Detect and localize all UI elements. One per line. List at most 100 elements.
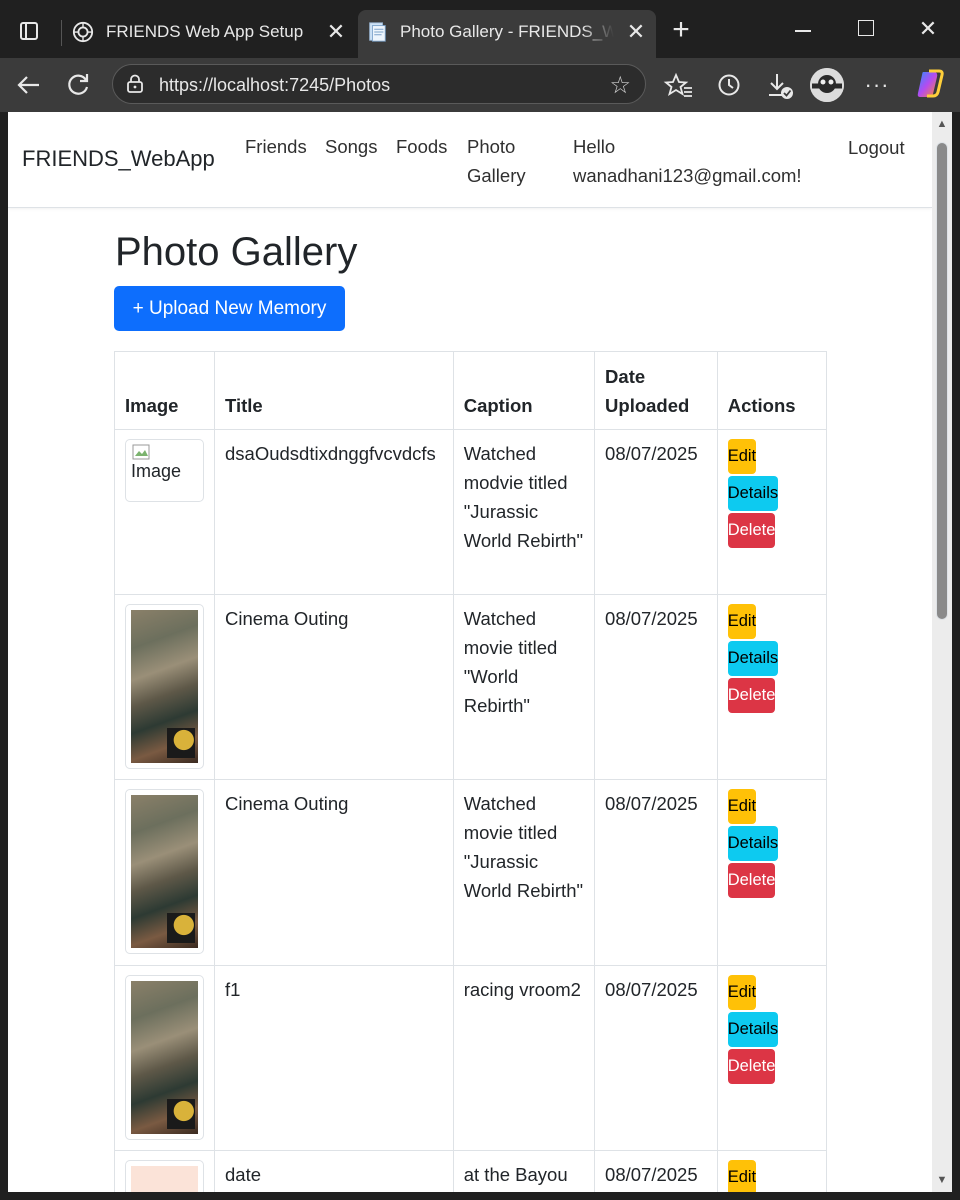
caption-cell: at the Bayou — [452, 1150, 596, 1192]
actions-cell: Edit — [716, 1150, 828, 1192]
photo-thumbnail[interactable] — [125, 1160, 204, 1192]
lock-icon[interactable] — [125, 74, 145, 94]
actions-cell: Edit Details Delete — [716, 429, 828, 595]
new-tab-plus-icon[interactable]: + — [666, 15, 696, 46]
image-cell — [114, 779, 215, 966]
title-cell: Cinema Outing — [214, 594, 454, 780]
brand-link[interactable]: FRIENDS_WebApp — [22, 146, 215, 172]
details-button[interactable]: Details — [727, 641, 779, 676]
favorites-icon[interactable] — [662, 68, 696, 102]
downloads-icon[interactable] — [762, 68, 796, 102]
nav-hello-user[interactable]: Hello wanadhani123@gmail.com! — [573, 132, 802, 190]
close-tab-icon[interactable]: ✕ — [324, 20, 348, 44]
caption-cell: Watched movie titled "World Rebirth" — [452, 594, 596, 780]
nav-logout[interactable]: Logout — [848, 133, 905, 162]
nav-songs[interactable]: Songs — [325, 132, 377, 161]
delete-button[interactable]: Delete — [727, 1049, 776, 1084]
nav-photo-gallery-line1: Photo — [467, 136, 516, 157]
page-viewport: FRIENDS_WebApp Friends Songs Foods Photo… — [8, 112, 932, 1192]
chatgpt-icon — [72, 21, 94, 43]
tab-title: Photo Gallery - FRIENDS_WebApp — [400, 22, 614, 41]
nav-foods[interactable]: Foods — [396, 132, 447, 161]
scrollbar-thumb[interactable] — [936, 142, 948, 620]
page-scrollbar[interactable]: ▲ ▼ — [932, 112, 952, 1192]
details-button[interactable]: Details — [727, 1012, 779, 1047]
copilot-icon[interactable] — [914, 68, 946, 100]
image-cell — [114, 965, 215, 1151]
table-row: f1 racing vroom2 08/07/2025 Edit Details… — [114, 965, 828, 1151]
edit-button[interactable]: Edit — [727, 439, 757, 474]
caption-cell: Watched modvie titled "Jurassic World Re… — [452, 429, 596, 595]
document-icon — [369, 22, 386, 42]
refresh-icon[interactable] — [61, 68, 95, 102]
edit-button[interactable]: Edit — [727, 604, 757, 639]
nav-photo-gallery[interactable]: Photo Gallery — [467, 132, 526, 190]
caption-cell: racing vroom2 — [452, 965, 596, 1151]
delete-button[interactable]: Delete — [727, 513, 776, 548]
header-date-line2: Uploaded — [605, 395, 690, 416]
title-cell: f1 — [214, 965, 454, 1151]
nav-friends[interactable]: Friends — [245, 132, 307, 161]
date-cell: 08/07/2025 — [594, 1150, 718, 1192]
caption-cell: Watched movie titled "Jurassic World Reb… — [452, 779, 596, 966]
tab-photo-gallery[interactable]: Photo Gallery - FRIENDS_WebApp ✕ — [358, 10, 656, 58]
image-cell — [114, 1150, 215, 1192]
back-arrow-icon[interactable] — [12, 68, 46, 102]
scroll-up-arrow-icon[interactable]: ▲ — [932, 118, 952, 130]
edit-button[interactable]: Edit — [727, 789, 757, 824]
image-cell — [114, 594, 215, 780]
broken-image-thumbnail[interactable]: Image — [125, 439, 204, 502]
tab-friends-web-app-setup[interactable]: FRIENDS Web App Setup ✕ — [64, 10, 356, 58]
details-button[interactable]: Details — [727, 826, 779, 861]
actions-cell: Edit Details Delete — [716, 779, 828, 966]
actions-cell: Edit Details Delete — [716, 965, 828, 1151]
hello-user-email: wanadhani123@gmail.com! — [573, 165, 802, 186]
header-date-uploaded: Date Uploaded — [594, 351, 718, 430]
header-title: Title — [214, 351, 454, 430]
photo-thumbnail[interactable] — [125, 604, 204, 769]
tab-title: FRIENDS Web App Setup — [106, 22, 304, 41]
delete-button[interactable]: Delete — [727, 863, 776, 898]
photo-thumbnail[interactable] — [125, 789, 204, 954]
header-date-line1: Date — [605, 366, 646, 387]
tab-actions-icon[interactable] — [14, 18, 46, 46]
tab-separator — [61, 20, 62, 46]
date-cell: 08/07/2025 — [594, 594, 718, 780]
date-cell: 08/07/2025 — [594, 429, 718, 595]
scroll-down-arrow-icon[interactable]: ▼ — [932, 1174, 952, 1186]
details-button[interactable]: Details — [727, 476, 779, 511]
edit-button[interactable]: Edit — [727, 975, 757, 1010]
image-cell: Image — [114, 429, 215, 595]
title-cell: date — [214, 1150, 454, 1192]
delete-button[interactable]: Delete — [727, 678, 776, 713]
close-window-icon[interactable]: ✕ — [908, 14, 948, 44]
photo-thumbnail[interactable] — [125, 975, 204, 1140]
table-row: date at the Bayou 08/07/2025 Edit — [114, 1150, 828, 1192]
header-actions: Actions — [716, 351, 828, 430]
close-tab-icon[interactable]: ✕ — [624, 20, 648, 44]
more-options-icon[interactable]: ··· — [860, 68, 894, 102]
edit-button[interactable]: Edit — [727, 1160, 757, 1192]
browser-tab-bar: FRIENDS Web App Setup ✕ Photo Gallery - … — [0, 0, 960, 58]
nav-photo-gallery-line2: Gallery — [467, 165, 526, 186]
photo-table: Image Title Caption Date Uploaded Action… — [114, 351, 828, 1192]
site-navbar: FRIENDS_WebApp Friends Songs Foods Photo… — [8, 112, 932, 208]
history-icon[interactable] — [712, 68, 746, 102]
window-frame-right — [952, 112, 960, 1200]
browser-toolbar: https://localhost:7245/Photos ☆ ··· — [0, 58, 960, 112]
header-image: Image — [114, 351, 215, 430]
table-header-row: Image Title Caption Date Uploaded Action… — [114, 351, 828, 430]
profile-avatar[interactable] — [810, 68, 844, 102]
upload-new-memory-button[interactable]: + Upload New Memory — [114, 286, 345, 331]
movie-poster-image — [131, 610, 198, 763]
table-row: Cinema Outing Watched movie titled "Worl… — [114, 594, 828, 780]
favorite-star-icon[interactable]: ☆ — [609, 71, 631, 100]
minimize-window-icon[interactable] — [782, 14, 822, 44]
header-caption: Caption — [452, 351, 596, 430]
movie-poster-image — [131, 795, 198, 948]
movie-poster-image — [131, 981, 198, 1134]
address-bar[interactable]: https://localhost:7245/Photos ☆ — [112, 64, 646, 104]
photo-image — [131, 1166, 198, 1192]
maximize-window-icon[interactable] — [846, 14, 886, 44]
table-row: Image dsaOudsdtixdnggfvcvdcfs Watched mo… — [114, 429, 828, 595]
